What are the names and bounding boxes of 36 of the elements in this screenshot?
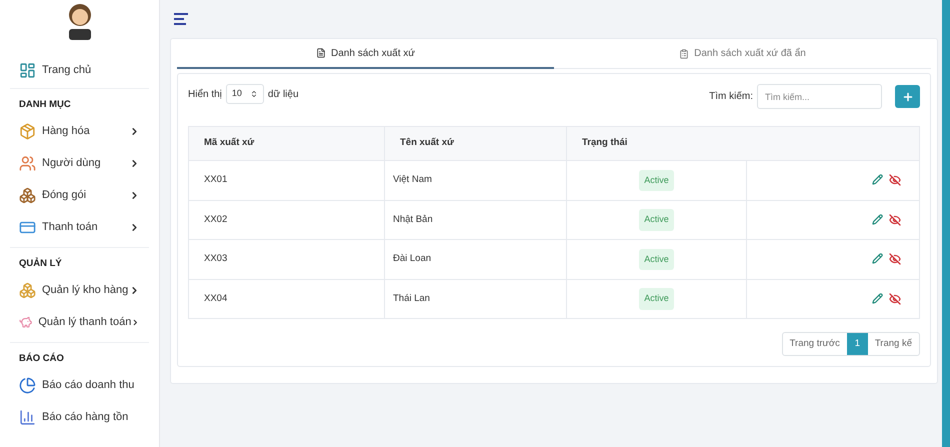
status-badge: Active	[639, 170, 674, 191]
sidebar-item[interactable]: Báo cáo doanh thu	[0, 369, 159, 401]
section-heading: BÁO CÁO	[18, 352, 65, 366]
tab[interactable]: Danh sách xuất xứ	[177, 39, 554, 69]
page-size-select[interactable]: 10	[226, 84, 264, 104]
status-badge: Active	[639, 288, 674, 310]
search-field[interactable]: Tìm kiếm...	[757, 84, 882, 109]
section-heading: QUẢN LÝ	[18, 256, 63, 271]
table-cell: XX03	[188, 240, 384, 279]
show-suffix: dữ liệu	[268, 88, 299, 102]
status-badge: Active	[639, 248, 674, 270]
table-cell: XX02	[188, 200, 384, 240]
table-cell: Thái Lan	[384, 279, 566, 318]
sidebar-item[interactable]: Quản lý thanh toán	[0, 306, 159, 338]
sidebar-item[interactable]: Đóng gói	[0, 179, 159, 211]
search-label: Tìm kiếm:	[709, 90, 753, 104]
previous-page-button[interactable]: Trang trước	[782, 333, 847, 355]
column-header: Mã xuất xứ	[188, 126, 384, 160]
table-cell: Đài Loan	[384, 240, 566, 279]
section-heading: DANH MỤC	[18, 98, 72, 112]
table-cell: Việt Nam	[384, 160, 566, 200]
sidebar-item[interactable]: Trang chủ	[0, 62, 110, 78]
tab[interactable]: Danh sách xuất xứ đã ẩn	[554, 39, 931, 69]
table-cell: XX04	[188, 279, 384, 318]
sidebar-item[interactable]: Báo cáo hàng tồn	[0, 401, 159, 433]
column-header: Trạng thái	[566, 126, 746, 160]
next-page-button[interactable]: Trang kế	[868, 333, 919, 355]
status-badge: Active	[639, 209, 674, 230]
show-label: Hiển thị	[188, 88, 222, 102]
sidebar-item[interactable]: Quản lý kho hàng	[0, 274, 159, 306]
sidebar-item[interactable]: Hàng hóa	[0, 115, 159, 147]
table-cell: XX01	[188, 160, 384, 200]
sidebar-item[interactable]: Thanh toán	[0, 211, 159, 243]
sidebar-item[interactable]: Người dùng	[0, 147, 159, 179]
column-header: Tên xuất xứ	[384, 126, 566, 160]
table-cell: Nhật Bản	[384, 200, 566, 240]
